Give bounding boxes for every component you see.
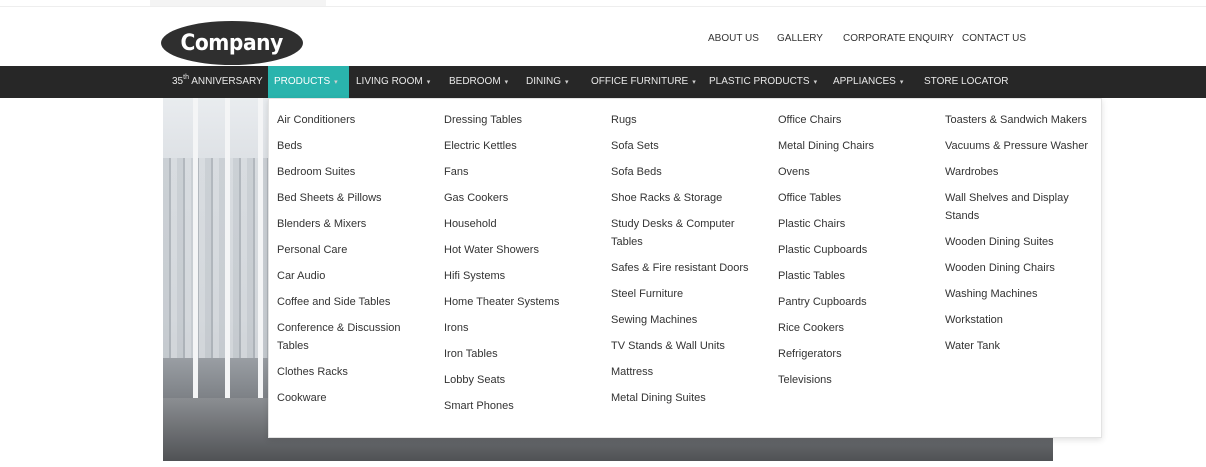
main-navbar: 35th ANNIVERSARY PRODUCTS ▾ LIVING ROOM ▾ … xyxy=(0,66,1206,98)
menu-item[interactable]: Lobby Seats xyxy=(436,371,602,397)
menu-column-3: Rugs Sofa Sets Sofa Beds Shoe Racks & Stora… xyxy=(603,111,769,415)
menu-item[interactable]: Office Chairs xyxy=(770,111,936,137)
menu-item[interactable]: Safes & Fire resistant Doors xyxy=(603,259,769,285)
menu-item[interactable]: Personal Care xyxy=(269,241,435,267)
nav-item-bedroom[interactable]: BEDROOM ▾ xyxy=(449,66,508,98)
nav-label: STORE LOCATOR xyxy=(924,76,1009,87)
menu-item[interactable]: Iron Tables xyxy=(436,345,602,371)
menu-item[interactable]: Pantry Cupboards xyxy=(770,293,936,319)
menu-item[interactable]: Mattress xyxy=(603,363,769,389)
menu-item[interactable]: Air Conditioners xyxy=(269,111,435,137)
menu-item[interactable]: Televisions xyxy=(770,371,936,397)
chevron-down-icon: ▾ xyxy=(692,79,696,86)
anniversary-number: 35 xyxy=(172,76,184,87)
hero-window-frame xyxy=(225,98,230,398)
menu-item[interactable]: Smart Phones xyxy=(436,397,602,423)
menu-item[interactable]: Ovens xyxy=(770,163,936,189)
nav-item-anniversary[interactable]: 35th ANNIVERSARY xyxy=(172,66,263,98)
menu-item[interactable]: Coffee and Side Tables xyxy=(269,293,435,319)
menu-item[interactable]: Refrigerators xyxy=(770,345,936,371)
menu-item[interactable]: Blenders & Mixers xyxy=(269,215,435,241)
menu-column-1: Air Conditioners Beds Bedroom Suites Bed Sh… xyxy=(269,111,435,415)
menu-item[interactable]: Dressing Tables xyxy=(436,111,602,137)
menu-item[interactable]: Beds xyxy=(269,137,435,163)
hero-cityscape xyxy=(163,158,273,358)
nav-item-plastic-products[interactable]: PLASTIC PRODUCTS ▾ xyxy=(709,66,817,98)
menu-item[interactable]: Plastic Cupboards xyxy=(770,241,936,267)
nav-item-living-room[interactable]: LIVING ROOM ▾ xyxy=(356,66,430,98)
menu-item[interactable]: Sofa Sets xyxy=(603,137,769,163)
menu-item[interactable]: Sofa Beds xyxy=(603,163,769,189)
menu-item[interactable]: Car Audio xyxy=(269,267,435,293)
top-links: ABOUT US GALLERY CORPORATE ENQUIRY CONTA… xyxy=(0,33,1206,47)
hero-window-frame xyxy=(193,98,198,398)
nav-item-office-furniture[interactable]: OFFICE FURNITURE ▾ xyxy=(591,66,696,98)
anniversary-label: ANNIVERSARY xyxy=(191,76,263,87)
menu-item[interactable]: Office Tables xyxy=(770,189,936,215)
anniversary-suffix: th xyxy=(183,74,189,81)
menu-item[interactable]: Home Theater Systems xyxy=(436,293,602,319)
menu-item[interactable]: Hifi Systems xyxy=(436,267,602,293)
menu-item[interactable]: Bedroom Suites xyxy=(269,163,435,189)
menu-item[interactable]: Steel Furniture xyxy=(603,285,769,311)
nav-label: LIVING ROOM xyxy=(356,76,423,87)
top-link-contact-us[interactable]: CONTACT US xyxy=(962,33,1026,44)
nav-item-products[interactable]: PRODUCTS ▾ xyxy=(268,66,349,98)
menu-item[interactable]: Wardrobes xyxy=(937,163,1103,189)
top-link-corporate-enquiry[interactable]: CORPORATE ENQUIRY xyxy=(843,33,954,44)
menu-item[interactable]: Study Desks & Computer Tables xyxy=(603,215,769,259)
chevron-down-icon: ▾ xyxy=(504,79,509,86)
menu-item[interactable]: Washing Machines xyxy=(937,285,1103,311)
menu-item[interactable]: Electric Kettles xyxy=(436,137,602,163)
menu-item[interactable]: Household xyxy=(436,215,602,241)
chevron-down-icon: ▾ xyxy=(565,79,569,86)
top-link-gallery[interactable]: GALLERY xyxy=(777,33,823,44)
nav-item-dining[interactable]: DINING ▾ xyxy=(526,66,569,98)
menu-item[interactable]: Water Tank xyxy=(937,337,1103,363)
nav-label: DINING xyxy=(526,76,561,87)
menu-item[interactable]: Toasters & Sandwich Makers xyxy=(937,111,1103,137)
menu-column-2: Dressing Tables Electric Kettles Fans Gas C… xyxy=(436,111,602,423)
nav-label: APPLIANCES xyxy=(833,76,896,87)
menu-column-4: Office Chairs Metal Dining Chairs Ovens Off… xyxy=(770,111,936,397)
chevron-down-icon: ▾ xyxy=(334,79,338,86)
hero-window-frame xyxy=(258,98,263,398)
products-mega-menu: Air Conditioners Beds Bedroom Suites Bed Sh… xyxy=(268,98,1102,438)
menu-item[interactable]: Sewing Machines xyxy=(603,311,769,337)
menu-item[interactable]: Wooden Dining Suites xyxy=(937,233,1103,259)
menu-item[interactable]: Shoe Racks & Storage xyxy=(603,189,769,215)
nav-item-appliances[interactable]: APPLIANCES ▾ xyxy=(833,66,903,98)
menu-item[interactable]: Plastic Chairs xyxy=(770,215,936,241)
menu-item[interactable]: Workstation xyxy=(937,311,1103,337)
menu-item[interactable]: Wooden Dining Chairs xyxy=(937,259,1103,285)
menu-item[interactable]: Plastic Tables xyxy=(770,267,936,293)
chevron-down-icon: ▾ xyxy=(426,79,431,86)
menu-item[interactable]: Metal Dining Chairs xyxy=(770,137,936,163)
menu-item[interactable]: Wall Shelves and Display Stands xyxy=(937,189,1103,233)
menu-item[interactable]: Fans xyxy=(436,163,602,189)
menu-item[interactable]: Cookware xyxy=(269,389,435,415)
menu-item[interactable]: Irons xyxy=(436,319,602,345)
menu-item[interactable]: Vacuums & Pressure Washer xyxy=(937,137,1103,163)
menu-item[interactable]: Rice Cookers xyxy=(770,319,936,345)
menu-item[interactable]: TV Stands & Wall Units xyxy=(603,337,769,363)
menu-item[interactable]: Gas Cookers xyxy=(436,189,602,215)
nav-label: PRODUCTS xyxy=(274,76,331,87)
nav-label: PLASTIC PRODUCTS xyxy=(709,76,810,87)
menu-item[interactable]: Metal Dining Suites xyxy=(603,389,769,415)
nav-label: BEDROOM xyxy=(449,76,501,87)
menu-column-5: Toasters & Sandwich Makers Vacuums & Pres… xyxy=(937,111,1103,363)
menu-item[interactable]: Hot Water Showers xyxy=(436,241,602,267)
nav-label: OFFICE FURNITURE xyxy=(591,76,689,87)
chevron-down-icon: ▾ xyxy=(899,79,904,86)
menu-item[interactable]: Rugs xyxy=(603,111,769,137)
menu-item[interactable]: Conference & Discussion Tables xyxy=(269,319,435,363)
nav-item-store-locator[interactable]: STORE LOCATOR xyxy=(924,66,1008,98)
chevron-down-icon: ▾ xyxy=(813,79,818,86)
top-link-about-us[interactable]: ABOUT US xyxy=(708,33,759,44)
menu-item[interactable]: Bed Sheets & Pillows xyxy=(269,189,435,215)
menu-item[interactable]: Clothes Racks xyxy=(269,363,435,389)
